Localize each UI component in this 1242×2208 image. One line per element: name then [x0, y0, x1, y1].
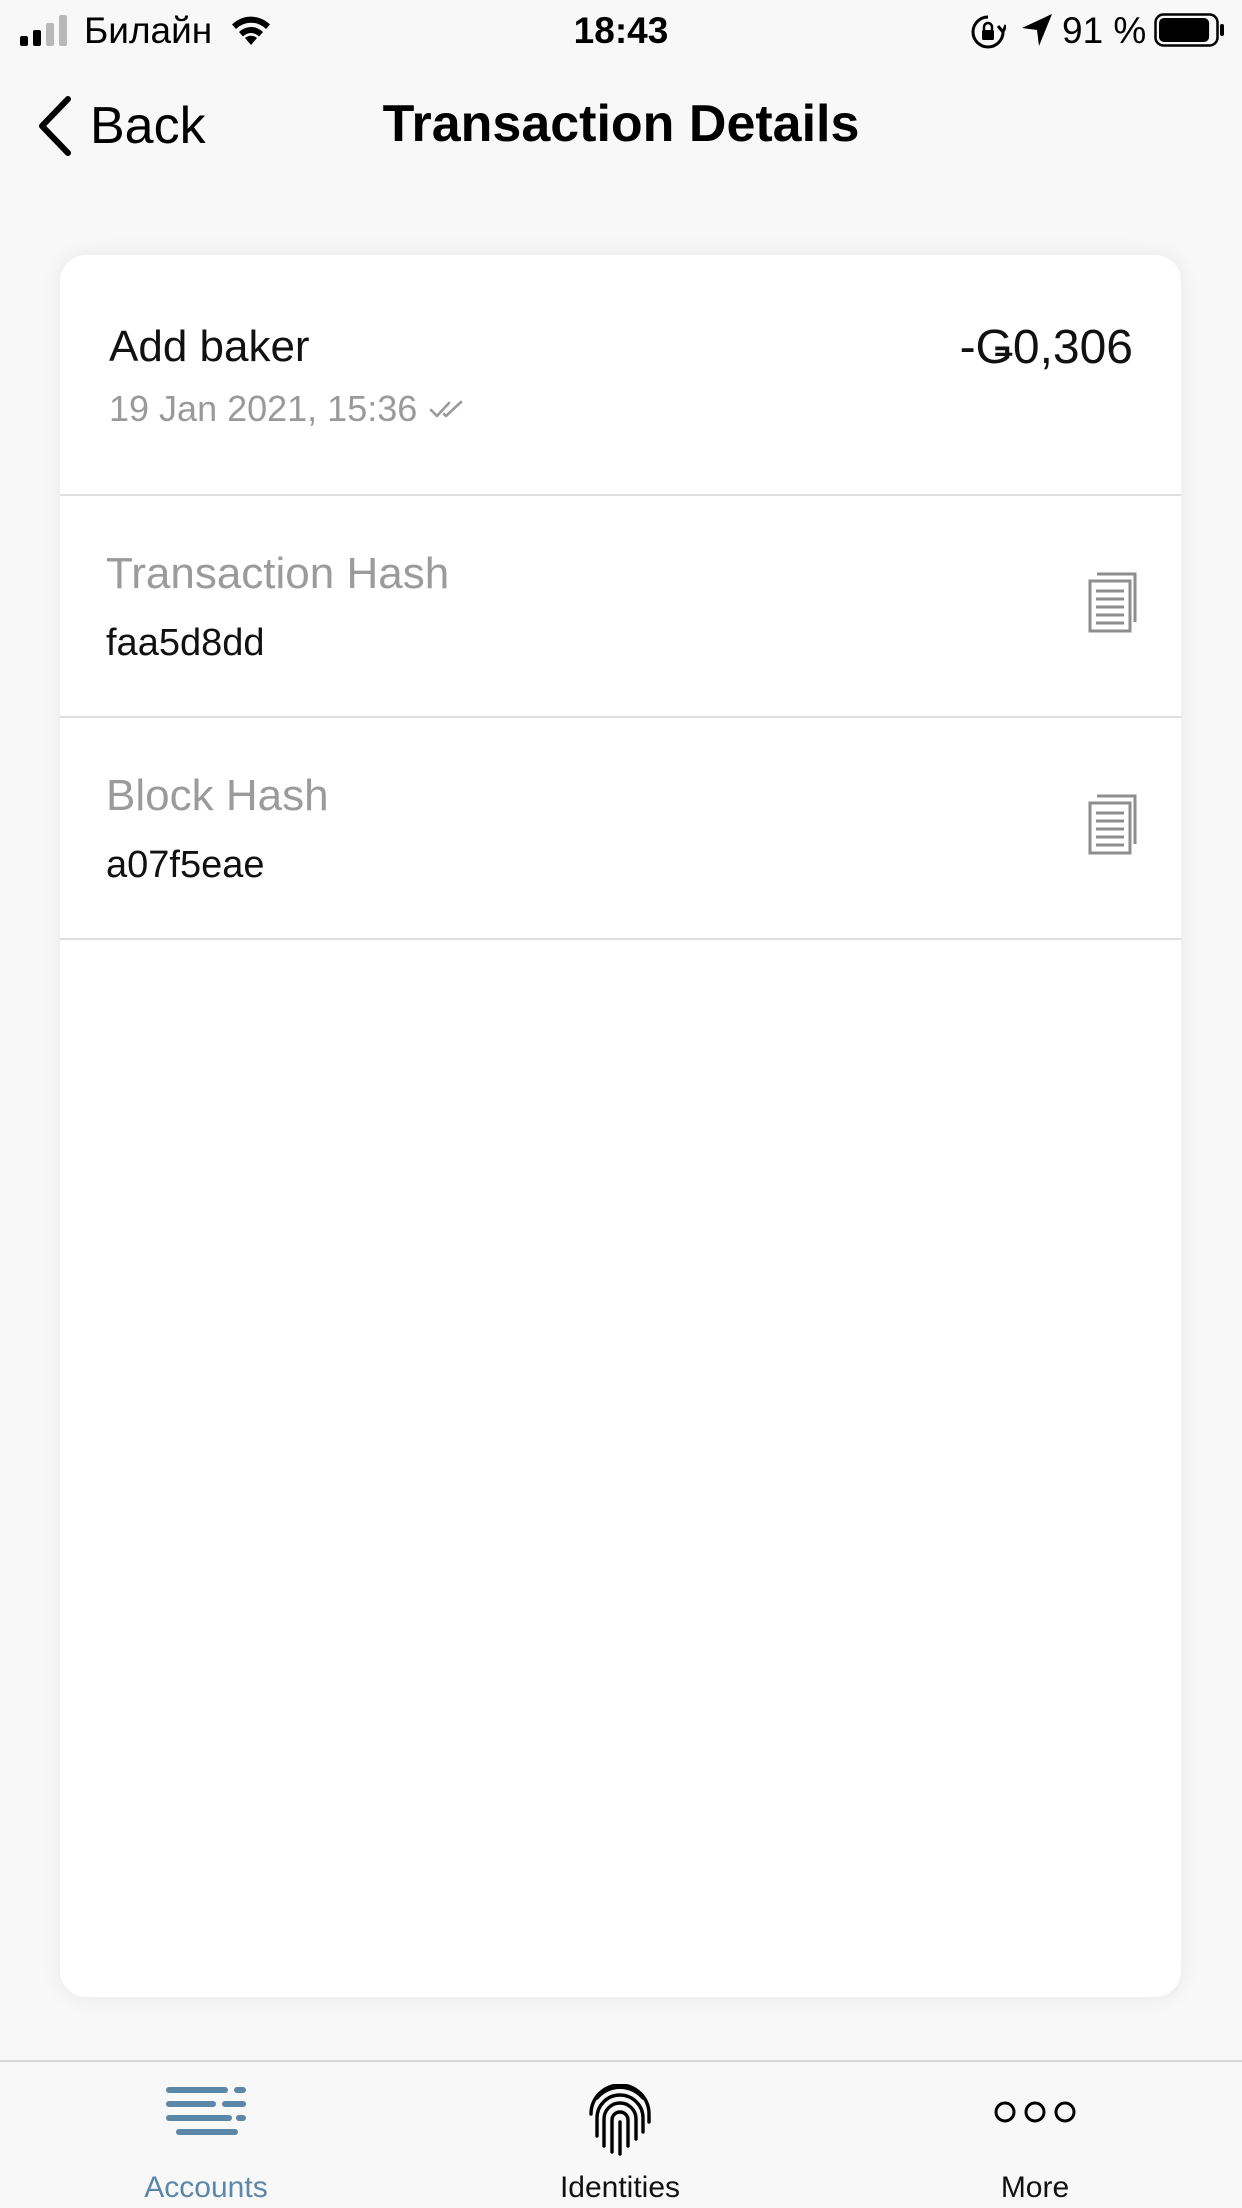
- transaction-title: Add baker: [109, 322, 310, 371]
- more-dots-icon: [994, 2101, 1076, 2123]
- transaction-hash-value[interactable]: faa5d8dd: [106, 620, 265, 666]
- block-hash-row: Block Hash a07f5eae: [60, 718, 1181, 940]
- tab-identities[interactable]: Identities: [470, 2062, 770, 2208]
- accounts-list-icon: [166, 2087, 246, 2135]
- copy-icon[interactable]: [1087, 570, 1143, 636]
- transaction-amount: -Ǥ0,306: [959, 321, 1133, 374]
- status-bar: Билайн 18:43 91 %: [0, 0, 1242, 62]
- double-check-icon: [429, 400, 463, 418]
- orientation-lock-icon: [971, 15, 1006, 49]
- battery-percent: 91 %: [1062, 10, 1147, 51]
- transaction-date: 19 Jan 2021, 15:36: [109, 388, 418, 429]
- tab-identities-label: Identities: [559, 2171, 681, 2204]
- transaction-summary: Add baker -Ǥ0,306 19 Jan 2021, 15:36: [60, 255, 1181, 496]
- navigation-bar: Back Transaction Details: [0, 62, 1242, 192]
- tab-more-label: More: [1000, 2171, 1070, 2204]
- tab-bar: Accounts Identities More: [0, 2060, 1242, 2208]
- tab-accounts-label: Accounts: [144, 2171, 268, 2204]
- transaction-date-row: 19 Jan 2021, 15:36: [109, 387, 467, 431]
- transaction-details-screen: Билайн 18:43 91 % Back Transaction Detai…: [0, 0, 1242, 2208]
- transaction-card: Add baker -Ǥ0,306 19 Jan 2021, 15:36 Tra…: [60, 255, 1181, 1997]
- battery-icon: [1154, 13, 1224, 47]
- block-hash-label: Block Hash: [106, 771, 329, 820]
- copy-icon[interactable]: [1087, 792, 1143, 858]
- page-title: Transaction Details: [382, 95, 860, 153]
- status-time: 18:43: [573, 10, 669, 51]
- transaction-hash-row: Transaction Hash faa5d8dd: [60, 496, 1181, 718]
- tab-more[interactable]: More: [885, 2062, 1185, 2208]
- fingerprint-icon: [589, 2084, 651, 2156]
- block-hash-value[interactable]: a07f5eae: [106, 842, 265, 888]
- location-icon: [1022, 14, 1052, 46]
- transaction-hash-label: Transaction Hash: [106, 549, 450, 598]
- tab-accounts[interactable]: Accounts: [56, 2062, 356, 2208]
